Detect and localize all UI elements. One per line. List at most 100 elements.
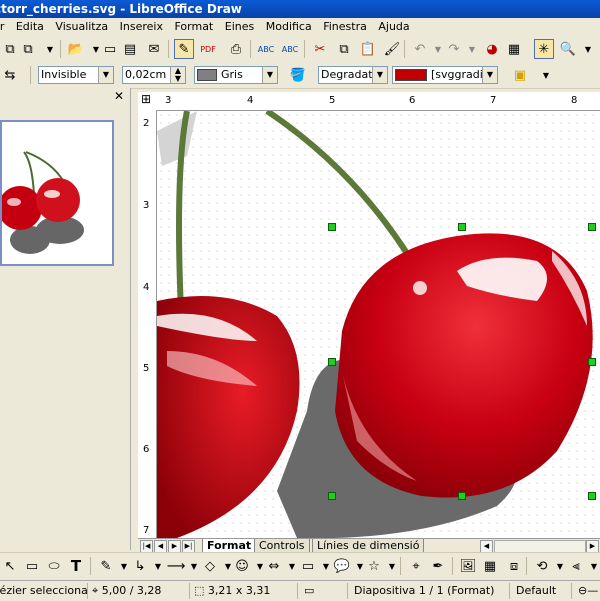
selection-handle[interactable] [458, 223, 466, 231]
drawing-canvas[interactable] [157, 111, 600, 538]
menu-item-format[interactable]: Format [170, 20, 217, 33]
edit-file-icon[interactable]: ✎ [174, 39, 194, 59]
line-width-stepper[interactable]: 0,02cm ▲ ▼ [122, 66, 186, 84]
clone-format-icon[interactable]: 🖌 [382, 39, 402, 59]
stars-dropdown-icon[interactable]: ▼ [382, 556, 402, 576]
selection-handle[interactable] [328, 223, 336, 231]
save-icon[interactable]: ▭ [100, 39, 120, 59]
shadow-icon[interactable]: ▣ [510, 65, 530, 85]
copy-icon[interactable]: ⧉ [0, 39, 20, 59]
menu-item-edita[interactable]: Edita [12, 20, 48, 33]
menu-item-fitxer[interactable]: Fitxer [0, 20, 8, 33]
paste-icon[interactable]: ⧉ [18, 39, 38, 59]
v-ruler-tick: 6 [143, 444, 150, 455]
from-file-icon[interactable]: 🖼 [458, 556, 478, 576]
callouts-icon[interactable]: 💬 [332, 556, 352, 576]
area-style-select[interactable]: Degradat ▼ [318, 66, 388, 84]
flowchart-icon[interactable]: ▭ [298, 556, 318, 576]
glue-points-icon[interactable]: ✳ [534, 39, 554, 59]
slide-pane: ✕ [0, 88, 131, 550]
export-pdf-icon[interactable]: PDF [198, 39, 218, 59]
connector-dropdown-icon[interactable]: ▼ [148, 556, 168, 576]
extrusion-icon[interactable]: ⧈ [504, 556, 524, 576]
text-tool-icon[interactable]: T [66, 556, 86, 576]
fontwork-icon[interactable]: ✒ [428, 556, 448, 576]
toolbar-overflow-icon[interactable]: ▼ [536, 65, 556, 85]
align-dropdown-icon[interactable]: ▼ [584, 556, 600, 576]
line-arrow-icon[interactable]: ⟶ [166, 556, 186, 576]
redo-dropdown-icon[interactable]: ▼ [462, 39, 482, 59]
tab-format[interactable]: Format [202, 539, 257, 553]
copy-toolbar-icon[interactable]: ⧉ [334, 39, 354, 59]
area-fill-icon[interactable]: 🪣 [288, 65, 308, 85]
open-folder-icon[interactable]: 📂 [66, 39, 86, 59]
gallery-draw-icon[interactable]: ▦ [480, 556, 500, 576]
selection-handle[interactable] [458, 492, 466, 500]
h-ruler-tick: 8 [571, 95, 578, 106]
selection-handle[interactable] [588, 358, 596, 366]
vertical-ruler[interactable]: 2 3 4 5 6 7 [138, 110, 157, 538]
curve-icon[interactable]: ✎ [96, 556, 116, 576]
menu-item-ajuda[interactable]: Ajuda [374, 20, 413, 33]
select-arrow-icon[interactable]: ↖ [0, 556, 20, 576]
standard-toolbar: ⧉ ⧉ ▼ 📂 ▼ ▭ ▤ ✉ ✎ PDF ⎙ ABC ABC ✂ ⧉ 📋 🖌 … [0, 36, 600, 63]
autospellcheck-icon[interactable]: ABC [280, 39, 300, 59]
thumbnail-cherries-image [2, 151, 84, 254]
ellipse-icon[interactable]: ⬭ [44, 556, 64, 576]
selection-handle[interactable] [328, 492, 336, 500]
selection-handle[interactable] [588, 492, 596, 500]
zoom-slider[interactable]: ⊖— [574, 583, 600, 599]
menu-bar: Fitxer Edita Visualitza Insereix Format … [0, 18, 600, 36]
chart-icon[interactable]: ◕ [482, 39, 502, 59]
gallery-icon[interactable]: ▦ [504, 39, 524, 59]
menu-item-finestra[interactable]: Finestra [319, 20, 371, 33]
line-ends-icon[interactable]: ⇆ [0, 65, 20, 85]
slide-thumbnail[interactable] [0, 120, 114, 266]
menu-item-insereix[interactable]: Insereix [116, 20, 167, 33]
symbol-shapes-icon[interactable]: ☺ [232, 556, 252, 576]
menu-item-eines[interactable]: Eines [221, 20, 258, 33]
area-value-select[interactable]: [svggradien ▼ [392, 66, 498, 84]
redo-icon[interactable]: ↷ [444, 39, 464, 59]
rectangle-icon[interactable]: ▭ [22, 556, 42, 576]
spellcheck-icon[interactable]: ABC [256, 39, 276, 59]
email-icon[interactable]: ✉ [144, 39, 164, 59]
selection-status: Bézier seleccionat [0, 583, 88, 599]
tab-dimension-lines[interactable]: Línies de dimensió [312, 539, 425, 553]
selection-handle[interactable] [588, 223, 596, 231]
block-arrows-icon[interactable]: ⇔ [264, 556, 284, 576]
tab-controls[interactable]: Controls [254, 539, 310, 553]
h-ruler-tick: 5 [329, 95, 336, 106]
horizontal-ruler[interactable]: ⊞ 3 4 5 6 7 8 [138, 92, 600, 111]
print-icon[interactable]: ⎙ [226, 39, 246, 59]
rotate-icon[interactable]: ⟲ [532, 556, 552, 576]
cherries-artwork[interactable] [157, 111, 600, 538]
undo-icon[interactable]: ↶ [410, 39, 430, 59]
save-as-icon[interactable]: ▤ [120, 39, 140, 59]
size-value: 3,21 x 3,31 [207, 584, 271, 597]
position-value: 5,00 / 3,28 [101, 584, 162, 597]
v-ruler-tick: 4 [143, 282, 150, 293]
stars-icon[interactable]: ☆ [364, 556, 384, 576]
drawing-toolbar: ↖ ▭ ⬭ T ✎ ▼ ↳ ▼ ⟶ ▼ ◇ ▼ ☺ ▼ ⇔ ▼ ▭ ▼ 💬 ▼ … [0, 552, 600, 580]
menu-item-modifica[interactable]: Modifica [262, 20, 316, 33]
dropdown-arrow-icon[interactable]: ▼ [40, 39, 60, 59]
align-icon[interactable]: ⫷ [566, 556, 586, 576]
modified-status: ▭ [300, 583, 348, 599]
cut-icon[interactable]: ✂ [310, 39, 330, 59]
line-style-select[interactable]: Invisible ▼ [38, 66, 114, 84]
chevron-down-icon: ▼ [98, 67, 113, 83]
slide-status: Diapositiva 1 / 1 (Format) [350, 583, 510, 599]
line-color-select[interactable]: Gris ▼ [194, 66, 278, 84]
zoom-dropdown-icon[interactable]: ▼ [578, 39, 598, 59]
connector-icon[interactable]: ↳ [130, 556, 150, 576]
zoom-icon[interactable]: 🔍 [558, 39, 578, 59]
points-icon[interactable]: ⌖ [406, 556, 426, 576]
selection-handle[interactable] [328, 358, 336, 366]
ruler-origin-icon[interactable]: ⊞ [141, 92, 151, 106]
chevron-down-icon: ▼ [482, 67, 497, 83]
basic-shapes-icon[interactable]: ◇ [200, 556, 220, 576]
paste-toolbar-icon[interactable]: 📋 [358, 39, 378, 59]
menu-item-visualitza[interactable]: Visualitza [51, 20, 112, 33]
close-icon[interactable]: ✕ [114, 89, 124, 103]
